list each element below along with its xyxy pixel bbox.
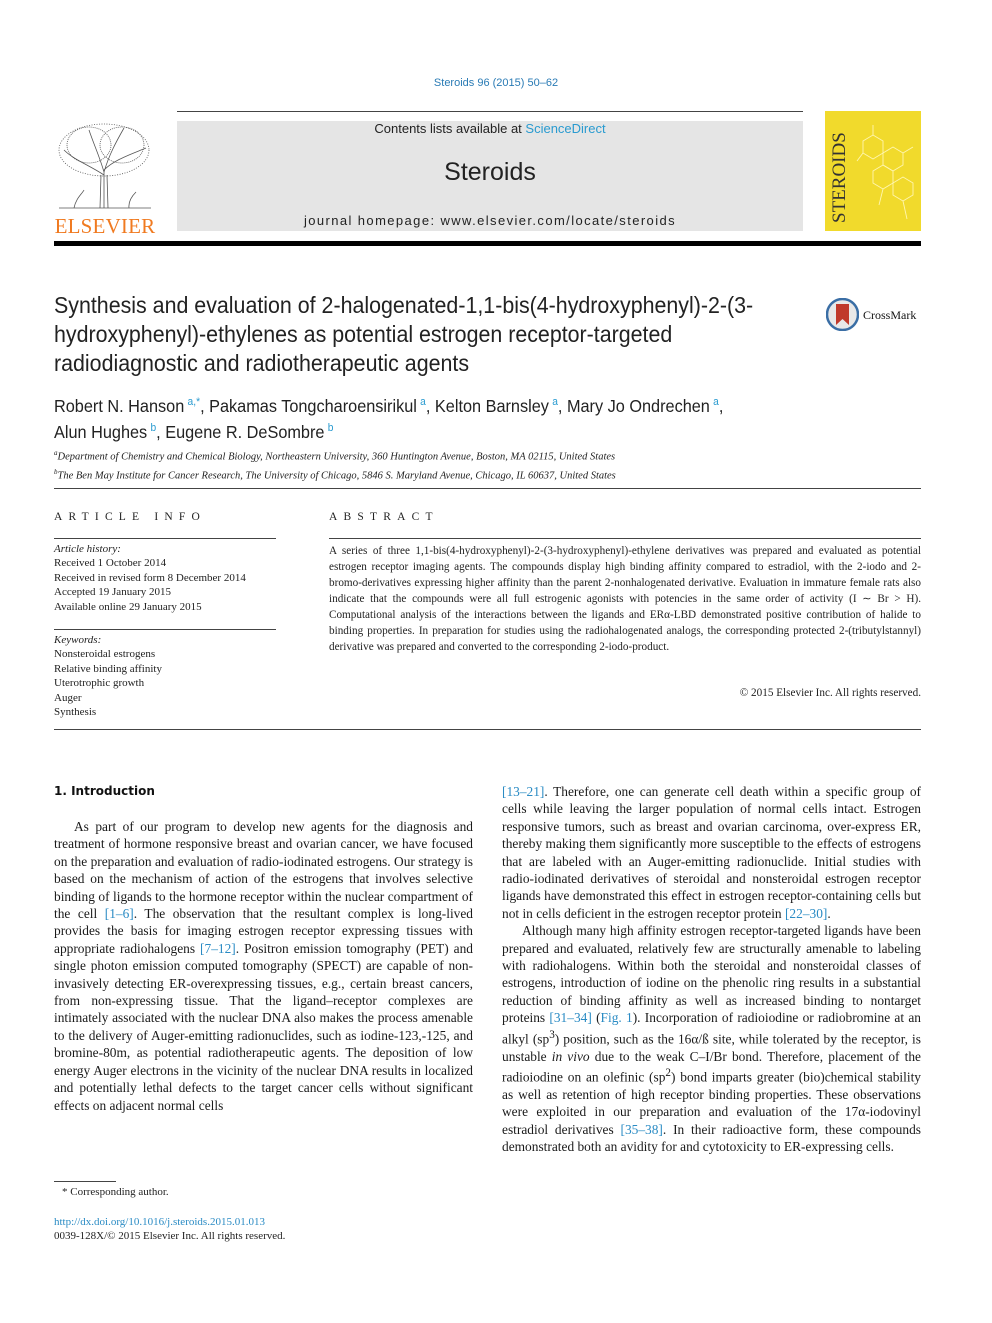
keyword-item: Uterotrophic growth <box>54 677 145 690</box>
author-name[interactable]: Alun Hughes <box>54 422 147 442</box>
reference-link[interactable]: [13–21] <box>502 784 544 799</box>
author-affiliation-mark[interactable]: a <box>420 396 426 408</box>
affiliation-b: bThe Ben May Institute for Cancer Resear… <box>54 465 934 484</box>
author-affiliation-mark[interactable]: a <box>552 396 558 408</box>
reference-link[interactable]: [1–6] <box>105 906 134 921</box>
body-text: . <box>827 905 831 921</box>
section-rule <box>54 488 921 489</box>
reference-link[interactable]: [35–38] <box>621 1122 663 1137</box>
article-info-heading: ARTICLE INFO <box>54 511 206 523</box>
article-history: Article history: Received 1 October 2014… <box>54 542 284 614</box>
author-list: Robert N. Hanson a,*, Pakamas Tongcharoe… <box>54 395 724 442</box>
author-affiliation-mark[interactable]: a <box>713 396 719 408</box>
keywords: Keywords: Nonsteroidal estrogens Relativ… <box>54 633 284 719</box>
abstract-heading: ABSTRACT <box>329 511 439 523</box>
journal-title: Steroids <box>444 158 536 186</box>
elsevier-tree-icon <box>58 123 151 209</box>
issn-copyright: 0039-128X/© 2015 Elsevier Inc. All right… <box>54 1230 286 1242</box>
body-text: . Therefore, one can generate cell death… <box>502 784 921 921</box>
elsevier-logo[interactable]: ELSEVIER <box>54 120 156 238</box>
italic-text: in vivo <box>551 1048 590 1064</box>
article-title: Synthesis and evaluation of 2-halogenate… <box>54 292 754 376</box>
elsevier-wordmark: ELSEVIER <box>54 214 156 238</box>
cover-title-icon: STEROIDS <box>829 132 850 223</box>
body-text: ( <box>591 1010 601 1026</box>
history-item: Accepted 19 January 2015 <box>54 586 171 599</box>
author-name[interactable]: Eugene R. DeSombre <box>165 422 324 442</box>
contents-prefix: Contents lists available at <box>374 121 526 136</box>
reference-link[interactable]: [31–34] <box>549 1010 591 1025</box>
history-item: Received 1 October 2014 <box>54 557 167 570</box>
header-rule <box>177 111 803 112</box>
article-history-label: Article history: <box>54 543 121 555</box>
abstract-text: A series of three 1,1-bis(4-hydroxypheny… <box>329 545 921 653</box>
paragraph: [13–21]. Therefore, one can generate cel… <box>502 783 921 922</box>
keyword-item: Auger <box>54 691 82 704</box>
sciencedirect-link[interactable]: ScienceDirect <box>525 121 605 136</box>
abstract-bottom-rule <box>54 729 921 730</box>
corresponding-author-footnote: * Corresponding author. <box>62 1186 169 1198</box>
abstract-copyright: © 2015 Elsevier Inc. All rights reserved… <box>739 687 921 699</box>
journal-banner: Contents lists available at ScienceDirec… <box>177 121 803 231</box>
reference-link[interactable]: [7–12] <box>200 941 236 956</box>
crossmark-button[interactable]: CrossMark <box>826 298 926 332</box>
author-name[interactable]: Mary Jo Ondrechen <box>567 396 710 416</box>
keywords-rule <box>54 629 276 630</box>
contents-line: Contents lists available at ScienceDirec… <box>177 121 803 136</box>
paragraph: Although many high affinity estrogen rec… <box>502 922 921 1155</box>
affiliation-text: The Ben May Institute for Cancer Researc… <box>57 470 616 481</box>
journal-cover[interactable]: STEROIDS <box>825 111 921 231</box>
affiliation-text: Department of Chemistry and Chemical Bio… <box>57 451 616 463</box>
crossmark-icon <box>826 298 859 331</box>
reference-link[interactable]: [22–30] <box>785 906 827 921</box>
history-item: Available online 29 January 2015 <box>54 600 202 613</box>
keyword-item: Relative binding affinity <box>54 662 162 675</box>
journal-citation[interactable]: Steroids 96 (2015) 50–62 <box>0 77 992 89</box>
doi-link[interactable]: http://dx.doi.org/10.1016/j.steroids.201… <box>54 1216 265 1228</box>
keywords-label: Keywords: <box>54 634 102 646</box>
history-item: Received in revised form 8 December 2014 <box>54 571 246 584</box>
cover-molecule-icon <box>856 125 914 220</box>
section-heading-introduction: 1. Introduction <box>54 784 155 798</box>
keyword-item: Nonsteroidal estrogens <box>54 648 156 661</box>
cover-title-text: STEROIDS <box>829 132 850 223</box>
keyword-item: Synthesis <box>54 706 97 719</box>
affiliation-a: aDepartment of Chemistry and Chemical Bi… <box>54 446 934 465</box>
footnote-rule <box>54 1181 116 1182</box>
header-thick-rule <box>54 241 921 246</box>
paragraph: As part of our program to develop new ag… <box>54 818 473 1114</box>
figure-link[interactable]: Fig. 1 <box>601 1010 633 1025</box>
body-column-left: As part of our program to develop new ag… <box>54 818 473 1114</box>
author-affiliation-mark[interactable]: b <box>328 422 334 434</box>
crossmark-label: CrossMark <box>863 308 917 322</box>
body-text: . Positron emission tomography (PET) and… <box>54 940 473 1113</box>
author-affiliation-mark[interactable]: a,* <box>188 396 201 408</box>
journal-homepage[interactable]: journal homepage: www.elsevier.com/locat… <box>177 213 803 228</box>
abstract-rule <box>329 538 921 539</box>
article-info-rule <box>54 538 276 539</box>
body-column-right: [13–21]. Therefore, one can generate cel… <box>502 783 921 1155</box>
affiliations: aDepartment of Chemistry and Chemical Bi… <box>54 446 934 483</box>
author-affiliation-mark[interactable]: b <box>150 422 156 434</box>
author-name[interactable]: Pakamas Tongcharoensirikul <box>209 396 417 416</box>
author-name[interactable]: Robert N. Hanson <box>54 396 184 416</box>
author-name[interactable]: Kelton Barnsley <box>435 396 549 416</box>
